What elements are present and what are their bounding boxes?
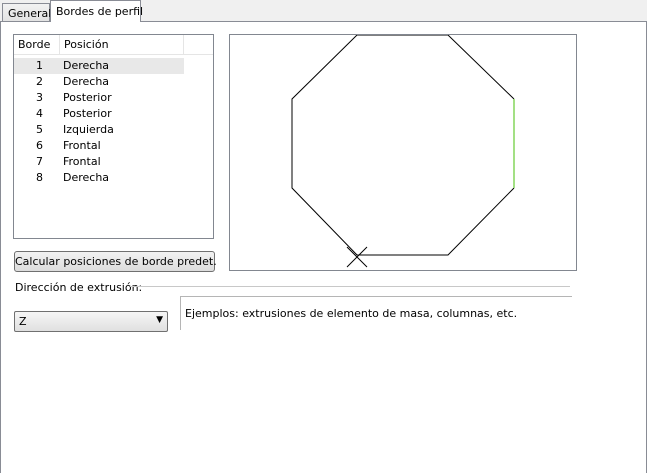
edge-position: Frontal	[63, 155, 101, 168]
extrusion-example-text: Ejemplos: extrusiones de elemento de mas…	[185, 307, 518, 320]
edge-number: 3	[36, 91, 43, 104]
edge-list-header: Borde Posición	[14, 35, 213, 55]
table-row[interactable]: 5 Izquierda	[14, 122, 184, 138]
properties-dialog-page: General Bordes de perfil Borde Posición …	[0, 0, 647, 473]
tab-profile-edges[interactable]: Bordes de perfil	[50, 0, 144, 22]
table-row[interactable]: 7 Frontal	[14, 154, 184, 170]
tab-profile-edges-label: Bordes de perfil	[56, 5, 144, 18]
column-header-position[interactable]: Posición	[60, 35, 184, 54]
tab-strip: General Bordes de perfil	[0, 0, 647, 22]
octagon-outline	[291, 35, 515, 256]
edge-position: Derecha	[63, 59, 110, 72]
edge-position: Frontal	[63, 139, 101, 152]
tab-general-label: General	[8, 7, 52, 20]
edge-number: 2	[36, 75, 43, 88]
edge-number: 4	[36, 107, 43, 120]
profile-preview	[229, 34, 577, 271]
table-row[interactable]: 3 Posterior	[14, 90, 184, 106]
octagon-preview-graphic	[291, 35, 515, 268]
edge-position: Izquierda	[63, 123, 114, 136]
table-row[interactable]: 4 Posterior	[14, 106, 184, 122]
edge-number: 6	[36, 139, 43, 152]
extrusion-direction-select[interactable]: Z ▼	[14, 311, 168, 332]
edge-position: Derecha	[63, 171, 110, 184]
tab-general[interactable]: General	[2, 3, 52, 21]
edge-number: 1	[36, 59, 43, 72]
start-marker-icon	[346, 246, 368, 268]
edge-number: 7	[36, 155, 43, 168]
edge-number: 5	[36, 123, 43, 136]
edge-position: Derecha	[63, 75, 110, 88]
edge-number: 8	[36, 171, 43, 184]
table-row[interactable]: 6 Frontal	[14, 138, 184, 154]
table-row[interactable]: 1 Derecha	[14, 58, 184, 74]
edge-position: Posterior	[63, 107, 112, 120]
group-separator	[130, 286, 570, 287]
edge-position: Posterior	[63, 91, 112, 104]
extrusion-direction-value: Z	[19, 315, 27, 328]
column-header-filler	[184, 35, 213, 54]
calculate-default-edges-button[interactable]: Calcular posiciones de borde predet.	[14, 251, 217, 272]
edge-list-rows: 1 Derecha 2 Derecha 3 Posterior 4 Poster…	[14, 58, 213, 186]
chevron-down-icon: ▼	[156, 315, 163, 325]
column-header-edge[interactable]: Borde	[14, 35, 60, 54]
table-row[interactable]: 8 Derecha	[14, 170, 184, 186]
edge-list[interactable]: Borde Posición 1 Derecha 2 Derecha 3 Pos…	[13, 34, 214, 239]
table-row[interactable]: 2 Derecha	[14, 74, 184, 90]
extrusion-direction-label: Dirección de extrusión:	[15, 281, 143, 294]
